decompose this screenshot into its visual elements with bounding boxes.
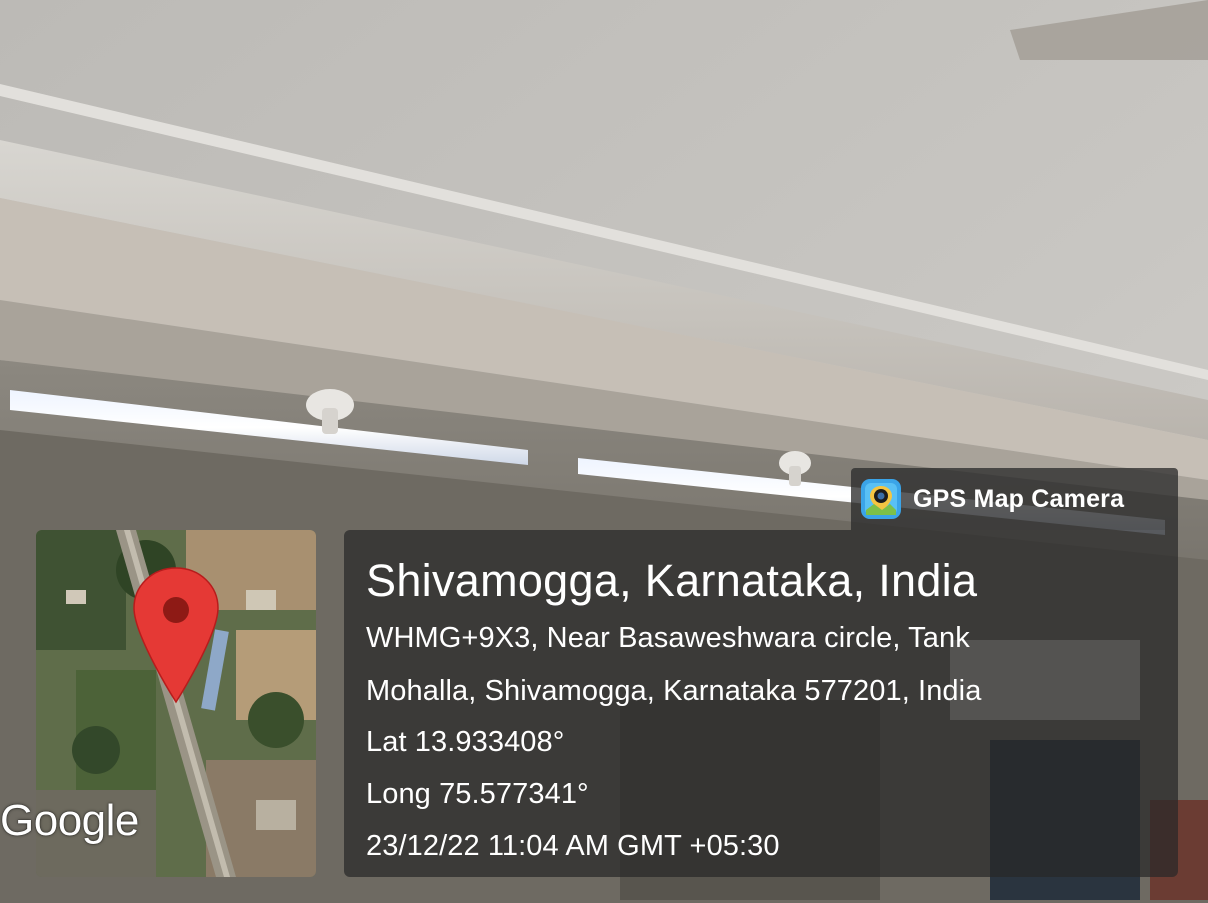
location-info-panel: Shivamogga, Karnataka, India WHMG+9X3, N… — [344, 530, 1178, 877]
datetime: 23/12/22 11:04 AM GMT +05:30 — [366, 830, 780, 862]
location-title: Shivamogga, Karnataka, India — [366, 555, 978, 606]
latitude: Lat 13.933408° — [366, 726, 565, 758]
address-line-2: Mohalla, Shivamogga, Karnataka 577201, I… — [366, 675, 982, 707]
badge-label: GPS Map Camera — [913, 485, 1125, 513]
google-attribution: Google — [0, 796, 139, 845]
longitude: Long 75.577341° — [366, 778, 589, 810]
address-line-1: WHMG+9X3, Near Basaweshwara circle, Tank — [366, 622, 970, 654]
gps-map-camera-app-icon — [860, 478, 902, 520]
gps-map-camera-badge: GPS Map Camera — [851, 468, 1178, 530]
